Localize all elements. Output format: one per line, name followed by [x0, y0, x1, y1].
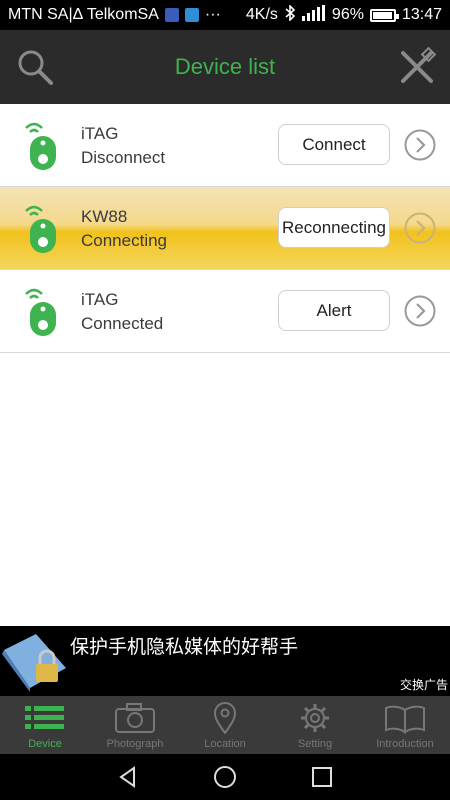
- recents-button[interactable]: [307, 762, 337, 792]
- bottom-tab-bar: Device Photograph Location Setting Intro…: [0, 696, 450, 754]
- carrier-label: MTN SA|Δ TelkomSA: [8, 6, 159, 23]
- device-status: Connected: [81, 314, 164, 333]
- home-circle-icon: [213, 766, 236, 788]
- tab-location[interactable]: Location: [180, 696, 270, 754]
- connect-button[interactable]: Connect: [278, 124, 390, 165]
- back-triangle-icon: [119, 766, 136, 788]
- switch-ad-link[interactable]: 交换广告: [400, 676, 448, 693]
- itag-device-icon: [25, 122, 56, 170]
- app-bar: Device list: [0, 30, 450, 104]
- device-row[interactable]: iTAG Connected Alert: [0, 270, 450, 353]
- device-row[interactable]: iTAG Disconnect Connect: [0, 104, 450, 187]
- device-row[interactable]: KW88 Connecting Reconnecting: [0, 187, 450, 270]
- page-title: Device list: [174, 54, 276, 79]
- reconnecting-button[interactable]: Reconnecting: [278, 207, 390, 248]
- device-status: Disconnect: [81, 148, 166, 167]
- list-icon: [25, 706, 64, 729]
- device-list: iTAG Disconnect Connect KW88 Connecting …: [0, 104, 450, 626]
- chevron-right-icon[interactable]: [404, 212, 436, 244]
- tab-label: Setting: [297, 738, 333, 750]
- battery-percent: 96%: [331, 6, 364, 23]
- tab-photograph[interactable]: Photograph: [90, 696, 180, 754]
- signal-icon: [301, 4, 326, 26]
- bluetooth-icon: [284, 3, 296, 26]
- chevron-right-icon[interactable]: [404, 295, 436, 327]
- folder-lock-icon: [2, 634, 66, 692]
- notification-icon: [164, 8, 179, 22]
- tab-label: Introduction: [376, 738, 434, 750]
- home-button[interactable]: [210, 762, 240, 792]
- itag-device-icon: [25, 205, 56, 253]
- tab-label: Device: [28, 738, 62, 750]
- search-icon[interactable]: [12, 44, 58, 90]
- camera-icon: [115, 703, 155, 733]
- status-bar: MTN SA|Δ TelkomSA ··· 4K/s 96% 13:47: [0, 0, 450, 30]
- chevron-right-icon[interactable]: [404, 129, 436, 161]
- recents-square-icon: [311, 767, 332, 787]
- tools-icon[interactable]: [394, 44, 440, 90]
- clock: 13:47: [401, 6, 442, 23]
- device-name: iTAG: [81, 124, 119, 143]
- ad-banner[interactable]: 保护手机隐私媒体的好帮手 交换广告: [0, 626, 450, 696]
- notification-icon: [184, 8, 199, 22]
- tab-setting[interactable]: Setting: [270, 696, 360, 754]
- system-nav-bar: [0, 754, 450, 800]
- more-notifications-icon: ···: [204, 6, 221, 23]
- book-icon: [385, 705, 425, 734]
- network-speed: 4K/s: [245, 6, 278, 23]
- tab-label: Location: [204, 738, 246, 750]
- device-name: iTAG: [81, 290, 119, 309]
- device-name: KW88: [81, 207, 128, 226]
- tab-introduction[interactable]: Introduction: [360, 696, 450, 754]
- alert-button[interactable]: Alert: [278, 290, 390, 331]
- tab-device[interactable]: Device: [0, 696, 90, 754]
- battery-icon: [369, 8, 399, 22]
- itag-device-icon: [25, 288, 56, 336]
- device-status: Connecting: [81, 231, 168, 250]
- gear-icon: [301, 704, 329, 732]
- back-button[interactable]: [113, 762, 143, 792]
- tab-label: Photograph: [106, 738, 164, 750]
- location-pin-icon: [213, 702, 237, 734]
- ad-text: 保护手机隐私媒体的好帮手: [70, 636, 299, 658]
